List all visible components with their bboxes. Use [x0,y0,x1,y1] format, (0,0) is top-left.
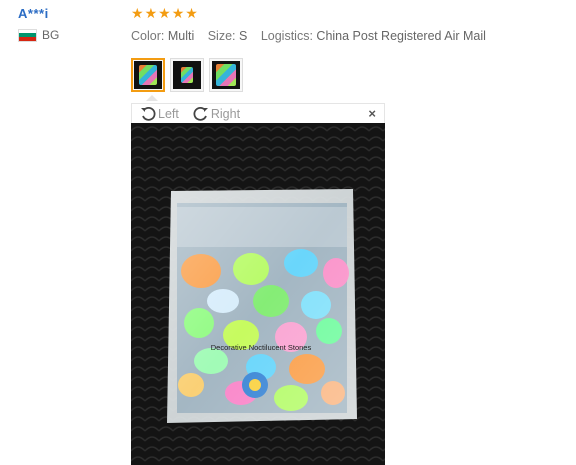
color-value: Multi [167,29,195,43]
logistics-key: Logistics: [260,29,313,43]
rotate-left-icon [141,106,156,121]
rotate-left-label: Left [158,106,179,121]
review-photo-image: Decorative Noctilucent Stones [131,123,385,465]
bag-label: Decorative Noctilucent Stones [211,343,312,352]
star-icon: ★ [144,5,158,21]
review-thumbnails [131,58,243,92]
country-code: BG [42,28,60,42]
reviewer-country: BG [18,28,59,42]
star-rating: ★ ★ ★ ★ ★ [131,6,198,20]
color-key: Color: [131,29,165,43]
size-key: Size: [207,29,236,43]
reviewer-name[interactable]: A***i [18,6,49,21]
close-icon[interactable]: × [368,106,376,121]
star-icon: ★ [185,5,198,21]
star-icon: ★ [171,5,185,21]
order-attributes: Color: Multi Size: S Logistics: China Po… [131,29,496,43]
bulgaria-flag-icon [18,28,37,42]
rotate-right-icon [193,106,208,121]
review-photo: Decorative Noctilucent Stones [131,123,385,465]
star-icon: ★ [131,5,144,21]
review-thumbnail[interactable] [209,58,243,92]
thumbnail-pointer [146,95,158,101]
size-value: S [239,29,248,43]
rotate-right-button[interactable]: Right [193,106,240,122]
rotate-right-label: Right [210,106,241,121]
image-viewer-toolbar: Left Right × [131,103,385,123]
review-thumbnail[interactable] [131,58,165,92]
reviewer-info: A***i BG [18,6,59,42]
star-icon: ★ [158,5,171,21]
logistics-value: China Post Registered Air Mail [316,29,486,43]
review-thumbnail[interactable] [170,58,204,92]
rotate-left-button[interactable]: Left [140,106,179,122]
